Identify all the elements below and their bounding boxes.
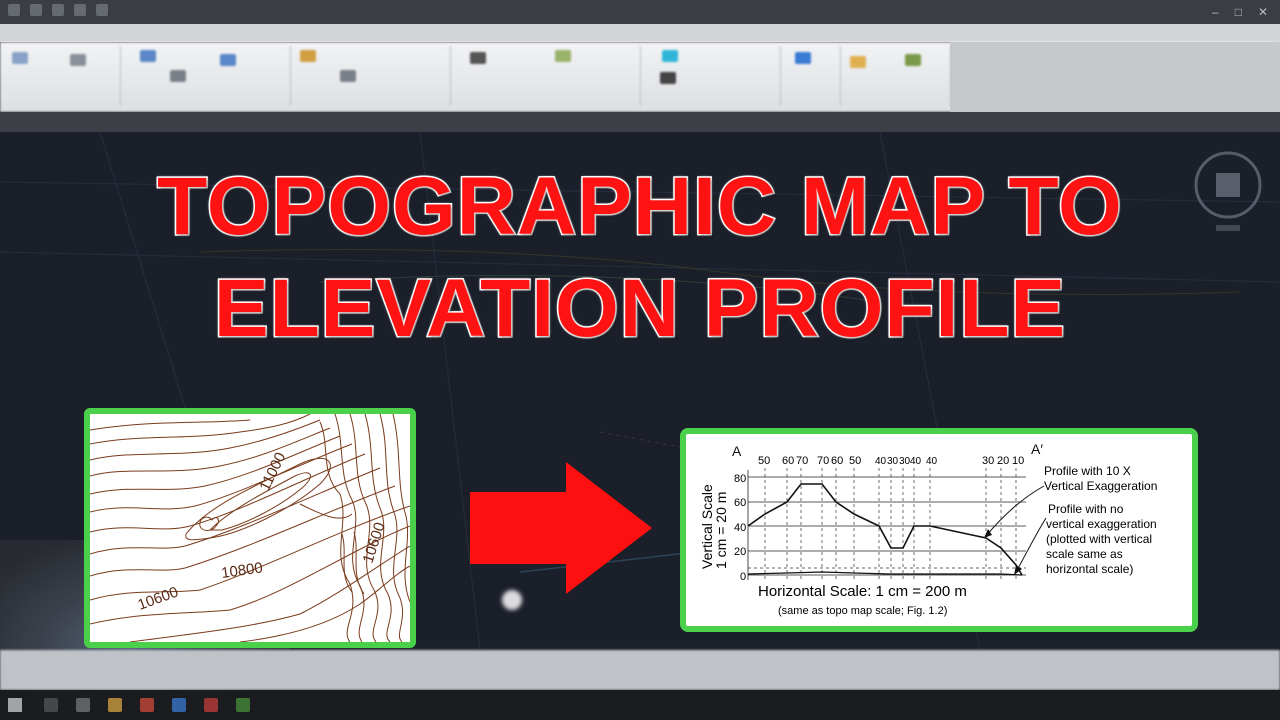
- elevation-profile-chart: A A′ 50 60 70 70 60 50 40 30 30 40 40 30…: [699, 441, 1157, 617]
- annotation-no-exaggeration: (plotted with vertical: [1046, 532, 1152, 546]
- tool-icon[interactable]: [850, 56, 866, 68]
- crossing-label: 40: [910, 456, 922, 467]
- tool-icon[interactable]: [660, 72, 676, 84]
- annotation-exaggeration: Profile with 10 X: [1044, 464, 1131, 478]
- profile-start-label: A: [732, 443, 742, 459]
- crossing-label: 30: [887, 456, 899, 467]
- task-view-icon[interactable]: [76, 698, 90, 712]
- tool-icon[interactable]: [662, 50, 678, 62]
- tool-icon[interactable]: [470, 52, 486, 64]
- windows-start-icon[interactable]: [8, 698, 22, 712]
- crossing-label: 10: [1012, 455, 1024, 467]
- taskbar: [0, 690, 1280, 720]
- tool-icon[interactable]: [340, 70, 356, 82]
- y-tick: 80: [734, 473, 746, 485]
- tool-icon[interactable]: [170, 70, 186, 82]
- crossing-label: 40: [875, 456, 887, 467]
- profile-exaggerated-line: [747, 483, 1023, 576]
- annotation-exaggeration: Vertical Exaggeration: [1044, 479, 1157, 493]
- tool-icon[interactable]: [70, 54, 86, 66]
- y-axis-subtitle: 1 cm = 20 m: [713, 492, 729, 569]
- horizontal-scale-subcaption: (same as topo map scale; Fig. 1.2): [778, 605, 947, 617]
- quick-access-toolbar[interactable]: [8, 4, 108, 16]
- profile-end-label: A′: [1031, 441, 1043, 457]
- command-line[interactable]: [0, 650, 1280, 690]
- headline-line-2: ELEVATION PROFILE: [212, 262, 1067, 356]
- right-arrow-icon: [470, 462, 652, 594]
- horizontal-scale-caption: Horizontal Scale: 1 cm = 200 m: [758, 583, 967, 600]
- crossing-label: 50: [758, 455, 770, 467]
- crossing-label: 30: [899, 456, 911, 467]
- app-icon[interactable]: [172, 698, 186, 712]
- crossing-label: 70: [817, 455, 829, 467]
- ribbon-tabs[interactable]: [0, 24, 1280, 42]
- canvas-highlight: [502, 590, 522, 610]
- y-tick: 20: [734, 546, 746, 558]
- tool-icon[interactable]: [905, 54, 921, 66]
- document-tabs[interactable]: [0, 112, 1280, 132]
- tool-icon[interactable]: [795, 52, 811, 64]
- annotation-no-exaggeration: Profile with no: [1048, 502, 1124, 516]
- tool-icon[interactable]: [220, 54, 236, 66]
- headline-line-1: TOPOGRAPHIC MAP TO: [156, 160, 1124, 254]
- app-titlebar: – □ ✕: [0, 0, 1280, 24]
- y-tick: 0: [740, 571, 746, 583]
- crossing-label: 60: [831, 455, 843, 467]
- app-icon[interactable]: [140, 698, 154, 712]
- annotation-no-exaggeration: scale same as: [1046, 547, 1123, 561]
- window-controls[interactable]: – □ ✕: [1212, 5, 1268, 19]
- crossing-label: 30: [982, 455, 994, 467]
- annotation-no-exaggeration: vertical exaggeration: [1046, 517, 1157, 531]
- profile-flat-line: [747, 571, 1023, 576]
- topo-contour-map: 11000 10800 10600 10600: [90, 414, 410, 642]
- tool-icon[interactable]: [555, 50, 571, 62]
- crossing-label: 50: [849, 455, 861, 467]
- topo-map-card: 11000 10800 10600 10600: [84, 408, 416, 648]
- contour-label: 10800: [220, 559, 264, 582]
- annotation-no-exaggeration: horizontal scale): [1046, 562, 1133, 576]
- y-tick: 60: [734, 497, 746, 509]
- elevation-profile-card: A A′ 50 60 70 70 60 50 40 30 30 40 40 30…: [680, 428, 1198, 632]
- contour-label: 10600: [360, 520, 389, 565]
- search-icon[interactable]: [44, 698, 58, 712]
- crossing-label: 70: [796, 455, 808, 467]
- maximize-icon[interactable]: □: [1235, 5, 1242, 19]
- app-icon[interactable]: [236, 698, 250, 712]
- ribbon-group: [840, 46, 951, 106]
- tool-icon[interactable]: [140, 50, 156, 62]
- contour-label: 10600: [136, 584, 181, 614]
- tool-icon[interactable]: [12, 52, 28, 64]
- ribbon-empty-area: [950, 42, 1280, 112]
- close-icon[interactable]: ✕: [1258, 5, 1268, 19]
- folder-icon[interactable]: [108, 698, 122, 712]
- y-tick: 40: [734, 522, 746, 534]
- crossing-label: 40: [926, 456, 938, 467]
- autocad-icon[interactable]: [204, 698, 218, 712]
- crossing-label: 20: [997, 455, 1009, 467]
- crossing-label: 60: [782, 455, 794, 467]
- minimize-icon[interactable]: –: [1212, 5, 1219, 19]
- tool-icon[interactable]: [300, 50, 316, 62]
